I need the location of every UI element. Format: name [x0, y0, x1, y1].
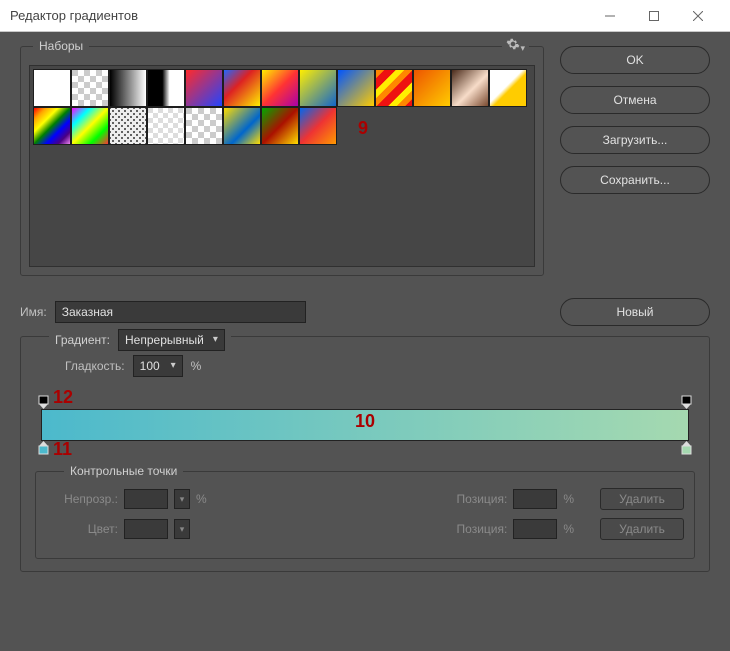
minimize-button[interactable]: [588, 1, 632, 31]
gradient-panel: Градиент: Непрерывный ▾ Гладкость: 100 ▾…: [20, 336, 710, 572]
position-label-2: Позиция:: [457, 522, 508, 536]
preset-swatch[interactable]: [71, 107, 109, 145]
smoothness-value: 100: [140, 359, 160, 373]
gradient-type-value: Непрерывный: [125, 333, 204, 347]
preset-swatch[interactable]: [147, 107, 185, 145]
annotation-9: 9: [358, 118, 368, 139]
preset-swatch[interactable]: [375, 69, 413, 107]
preset-swatch[interactable]: [109, 69, 147, 107]
preset-swatch[interactable]: [451, 69, 489, 107]
opacity-label: Непрозр.:: [46, 492, 118, 506]
presets-list[interactable]: 9: [29, 65, 535, 267]
preset-swatch[interactable]: [261, 107, 299, 145]
chevron-down-icon: ▾: [171, 360, 176, 371]
titlebar: Редактор градиентов: [0, 0, 730, 32]
preset-swatch[interactable]: [337, 69, 375, 107]
opacity-field[interactable]: [124, 489, 168, 509]
preset-swatch[interactable]: [147, 69, 185, 107]
preset-swatch[interactable]: [489, 69, 527, 107]
color-stop[interactable]: [38, 441, 49, 455]
load-button[interactable]: Загрузить...: [560, 126, 710, 154]
annotation-12: 12: [53, 387, 73, 408]
color-stop[interactable]: [681, 441, 692, 455]
opacity-stop[interactable]: [38, 395, 49, 409]
color-well[interactable]: [124, 519, 168, 539]
gradient-type-select[interactable]: Непрерывный ▾: [118, 329, 225, 351]
smoothness-pct: %: [191, 359, 202, 373]
preset-swatch[interactable]: [299, 107, 337, 145]
preset-swatch[interactable]: [223, 107, 261, 145]
color-position-field[interactable]: [513, 519, 557, 539]
new-button[interactable]: Новый: [560, 298, 710, 326]
annotation-10: 10: [355, 411, 375, 432]
preset-swatch[interactable]: [261, 69, 299, 107]
opacity-stepper[interactable]: ▾: [174, 489, 190, 509]
gear-icon[interactable]: ▾: [502, 37, 529, 54]
name-label: Имя:: [20, 305, 47, 319]
preset-swatch[interactable]: [109, 107, 147, 145]
preset-swatch[interactable]: [413, 69, 451, 107]
maximize-button[interactable]: [632, 1, 676, 31]
smoothness-field[interactable]: 100 ▾: [133, 355, 183, 377]
color-stepper[interactable]: ▾: [174, 519, 190, 539]
preset-swatch[interactable]: [185, 107, 223, 145]
presets-panel: Наборы ▾: [20, 46, 544, 276]
preset-swatch[interactable]: [223, 69, 261, 107]
ok-button[interactable]: OK: [560, 46, 710, 74]
preset-swatch[interactable]: [71, 69, 109, 107]
position-label: Позиция:: [457, 492, 508, 506]
delete-opacity-stop-button[interactable]: Удалить: [600, 488, 684, 510]
opacity-position-field[interactable]: [513, 489, 557, 509]
color-label: Цвет:: [46, 522, 118, 536]
gradient-type-label: Градиент:: [55, 333, 110, 347]
delete-color-stop-button[interactable]: Удалить: [600, 518, 684, 540]
opacity-stop[interactable]: [681, 395, 692, 409]
preset-swatch[interactable]: [33, 107, 71, 145]
close-button[interactable]: [676, 1, 720, 31]
preset-swatch[interactable]: [185, 69, 223, 107]
smoothness-label: Гладкость:: [65, 359, 125, 373]
chevron-down-icon: ▾: [213, 334, 218, 345]
annotation-11: 11: [53, 439, 72, 460]
cancel-button[interactable]: Отмена: [560, 86, 710, 114]
preset-swatch[interactable]: [33, 69, 71, 107]
controlpoints-label: Контрольные точки: [64, 464, 183, 478]
opacity-pct: %: [196, 492, 207, 506]
presets-label: Наборы: [33, 39, 89, 53]
gradient-editor[interactable]: 12 10 11: [41, 389, 689, 463]
position-pct-2: %: [563, 522, 574, 536]
save-button[interactable]: Сохранить...: [560, 166, 710, 194]
position-pct: %: [563, 492, 574, 506]
preset-swatch[interactable]: [299, 69, 337, 107]
window-title: Редактор градиентов: [10, 8, 588, 23]
name-field[interactable]: [55, 301, 307, 323]
controlpoints-panel: Контрольные точки Непрозр.: ▾ % Позиция:…: [35, 471, 695, 559]
